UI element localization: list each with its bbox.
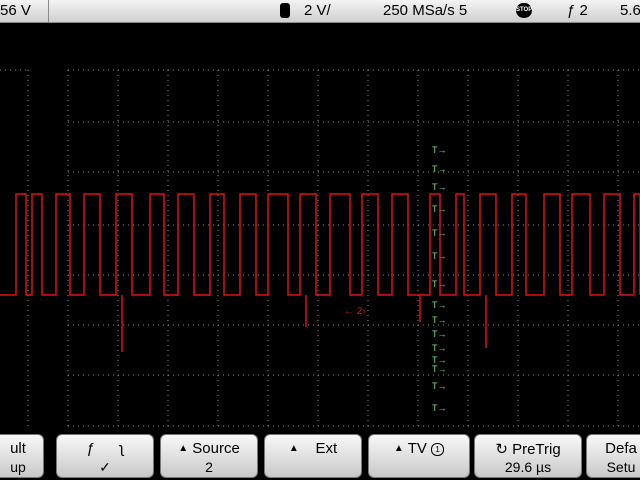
- menu-arrow-icon: ▲: [288, 443, 299, 454]
- trigger-edge-readout: ƒ 2: [567, 2, 588, 19]
- trigger-marker-label: T→: [432, 329, 447, 339]
- trigger-marker-label: T→: [432, 343, 447, 353]
- rotate-knob-icon: ↻: [495, 441, 508, 458]
- source-softkey[interactable]: ▲ Source 2: [160, 434, 258, 478]
- ext-softkey[interactable]: ▲ Ext: [264, 434, 362, 478]
- rising-edge-icon: ƒ: [86, 440, 95, 457]
- stop-icon[interactable]: STOP: [516, 3, 532, 18]
- status-bar: 56 V 2 V/ 250 MSa/s 5 STOP ƒ 2 5.6: [0, 0, 640, 23]
- trigger-marker-label: T→: [432, 300, 447, 310]
- pretrig-softkey[interactable]: ↻ PreTrig 29.6 µs: [474, 434, 582, 478]
- edge-marker-label: ← 2›: [344, 306, 366, 317]
- trigger-marker-label: T→: [432, 381, 447, 391]
- waveform-graticule: T→T→T→T→T→T→T→T→T→T→T→T→T→T→T→← 2›: [0, 69, 640, 427]
- softkey-bar: ult up ƒ ʅ ✓ ▲ Source 2 ▲ Ext ▲ TV 1 ↻ P…: [0, 432, 640, 480]
- trigger-marker-label: T→: [432, 315, 447, 325]
- trigger-marker-label: T→: [432, 204, 447, 214]
- trigger-marker-label: T→: [432, 403, 447, 413]
- trigger-marker-label: T→: [432, 279, 447, 289]
- rising-edge-icon: ƒ: [567, 2, 576, 19]
- info-icon: 1: [431, 443, 445, 456]
- trigger-marker-label: T→: [432, 228, 447, 238]
- signal-trace: [0, 193, 640, 296]
- trigger-marker-label: T→: [432, 364, 447, 374]
- selected-check-icon: ✓: [99, 459, 111, 475]
- channel-scale-readout: 2 V/: [304, 2, 331, 19]
- waveform-display: T→ T→ T→ T→ T→ T→ T→ T→ T→ T→ T→ T→ T→ T→ T→ ← 2›: [0, 22, 640, 432]
- trigger-readout: 5.6: [620, 2, 640, 19]
- menu-arrow-icon: ▲: [178, 443, 189, 454]
- trigger-marker-label: T→: [432, 164, 447, 174]
- default-setup-softkey[interactable]: Defa Setu: [586, 434, 640, 478]
- trigger-marker-label: T→: [432, 251, 447, 261]
- falling-edge-icon: ʅ: [120, 440, 124, 457]
- menu-arrow-icon: ▲: [393, 443, 404, 454]
- trigger-marker-label: T→: [432, 182, 447, 192]
- trigger-level-readout: 56 V: [0, 2, 31, 19]
- slope-softkey[interactable]: ƒ ʅ ✓: [56, 434, 154, 478]
- fault-softkey[interactable]: ult up: [0, 434, 44, 478]
- tv-softkey[interactable]: ▲ TV 1: [368, 434, 470, 478]
- sample-rate-readout: 250 MSa/s 5: [383, 2, 468, 19]
- channel-2-indicator-icon: [280, 3, 290, 18]
- trigger-marker-label: T→: [432, 145, 447, 155]
